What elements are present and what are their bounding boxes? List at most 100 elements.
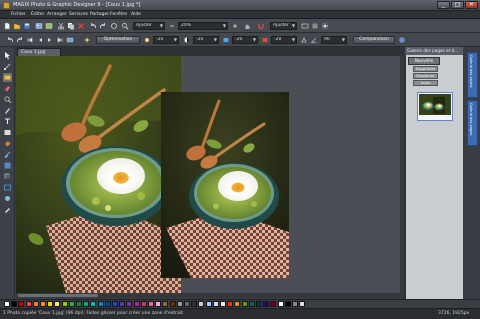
eyedropper-tool-icon[interactable] (3, 205, 12, 214)
compare-button[interactable]: Comparaison (353, 36, 395, 44)
maximize-button[interactable]: □ (451, 1, 464, 9)
photo-canvas[interactable] (16, 56, 405, 298)
color-swatch[interactable] (212, 301, 219, 307)
import-icon[interactable] (35, 22, 43, 30)
optimize-button[interactable]: Optimisation (96, 36, 140, 44)
color-swatch[interactable] (61, 301, 68, 307)
redo-icon[interactable] (99, 22, 107, 30)
color-swatch[interactable] (112, 301, 118, 307)
color-swatch[interactable] (76, 301, 82, 307)
text-tool-icon[interactable] (3, 117, 12, 126)
fill-tool-icon[interactable] (3, 139, 12, 148)
delete-page-button[interactable]: Supprimer (413, 66, 438, 72)
color-swatch[interactable] (47, 301, 54, 307)
color-swatch[interactable] (148, 301, 154, 307)
hue-field[interactable]: -20 ▼ (271, 36, 297, 44)
menu-services[interactable]: Services (69, 12, 88, 17)
hand-icon[interactable] (243, 22, 251, 30)
bevel-tool-icon[interactable] (3, 194, 12, 203)
app-icon[interactable] (3, 2, 10, 9)
menu-share[interactable]: Partager (90, 12, 109, 17)
cut-icon[interactable] (57, 22, 65, 30)
color-swatch[interactable] (90, 301, 97, 307)
pen-tool-icon[interactable] (3, 106, 12, 115)
auto-optimize-icon[interactable] (83, 36, 91, 44)
color-swatch[interactable] (54, 301, 61, 307)
selector-tool-icon[interactable] (3, 51, 12, 60)
grid-icon[interactable] (311, 22, 319, 30)
undo-icon[interactable] (89, 22, 97, 30)
color-swatch[interactable] (284, 301, 291, 307)
rotate-icon[interactable] (110, 22, 118, 30)
color-swatch[interactable] (292, 301, 298, 307)
color-swatch[interactable] (83, 301, 90, 307)
zoom-in-icon[interactable] (231, 22, 239, 30)
color-swatch[interactable] (248, 301, 255, 307)
export-icon[interactable] (45, 22, 53, 30)
help-icon[interactable] (398, 36, 406, 44)
brightness-field[interactable]: -20 ▼ (153, 36, 179, 44)
delete-icon[interactable] (77, 22, 85, 30)
canvas-area[interactable] (16, 56, 405, 298)
color-swatch[interactable] (126, 301, 133, 307)
color-swatch[interactable] (169, 301, 176, 307)
copy-icon[interactable] (67, 22, 75, 30)
eraser-tool-icon[interactable] (3, 84, 12, 93)
color-swatch[interactable] (184, 301, 190, 307)
color-swatch[interactable] (270, 301, 277, 307)
brush-tool-icon[interactable] (3, 150, 12, 159)
undo-small-icon[interactable] (6, 36, 14, 44)
color-swatch[interactable] (4, 301, 10, 307)
document-tab[interactable]: Couv 1.jpg (17, 48, 61, 56)
saturation-icon[interactable] (222, 36, 230, 44)
angle-icon[interactable] (310, 36, 318, 44)
color-swatch[interactable] (205, 301, 212, 307)
color-swatch[interactable] (299, 301, 306, 307)
zoom-percent-select[interactable]: 20% ▼ (178, 22, 228, 30)
shape-editor-icon[interactable] (3, 62, 12, 71)
settings-icon[interactable] (321, 22, 329, 30)
color-swatch[interactable] (234, 301, 241, 307)
color-swatch[interactable] (32, 301, 39, 307)
scrollbar-thumb[interactable] (18, 294, 98, 297)
shadow-tool-icon[interactable] (3, 172, 12, 181)
photo-left[interactable] (16, 56, 181, 293)
menu-window[interactable]: Fenêtre (110, 12, 127, 17)
color-swatch[interactable] (220, 301, 226, 307)
color-swatch[interactable] (97, 301, 104, 307)
prev-icon[interactable] (36, 36, 44, 44)
save-icon[interactable] (23, 22, 31, 30)
redo-small-icon[interactable] (16, 36, 24, 44)
new-page-button[interactable]: Nouvelle page (408, 57, 440, 69)
transparency-tool-icon[interactable] (3, 161, 12, 170)
color-swatch[interactable] (227, 301, 234, 307)
color-swatch[interactable] (40, 301, 46, 307)
color-swatch[interactable] (176, 301, 183, 307)
new-document-icon[interactable] (3, 22, 11, 30)
color-swatch[interactable] (162, 301, 169, 307)
menu-help[interactable]: Aide (131, 12, 141, 17)
color-swatch[interactable] (198, 301, 205, 307)
minimize-button[interactable]: _ (437, 1, 450, 9)
color-swatch[interactable] (68, 301, 75, 307)
mode-select[interactable]: Ajuster ▼ (270, 22, 297, 30)
color-swatch[interactable] (241, 301, 248, 307)
angle-field[interactable]: 90 ▼ (321, 36, 347, 44)
side-tab-page-gallery[interactable]: Galerie des pages (467, 100, 478, 146)
next-icon[interactable] (46, 36, 54, 44)
contrast-field[interactable]: -20 ▼ (193, 36, 219, 44)
color-swatch[interactable] (133, 301, 140, 307)
menu-arrange[interactable]: Arranger (47, 12, 67, 17)
contrast-icon[interactable] (183, 36, 191, 44)
zoom-mode-select[interactable]: Ajuster ▼ (133, 22, 165, 30)
color-swatch[interactable] (25, 301, 32, 307)
color-swatch[interactable] (119, 301, 126, 307)
color-swatch[interactable] (191, 301, 198, 307)
mold-tool-icon[interactable] (3, 183, 12, 192)
page-info-button[interactable]: Infos (413, 80, 438, 86)
menu-edit[interactable]: Éditer (31, 12, 44, 17)
duplicate-page-button[interactable]: Dupliquer (413, 73, 438, 79)
color-swatch[interactable] (277, 301, 284, 307)
color-swatch[interactable] (256, 301, 262, 307)
saturation-field[interactable]: -20 ▼ (232, 36, 258, 44)
